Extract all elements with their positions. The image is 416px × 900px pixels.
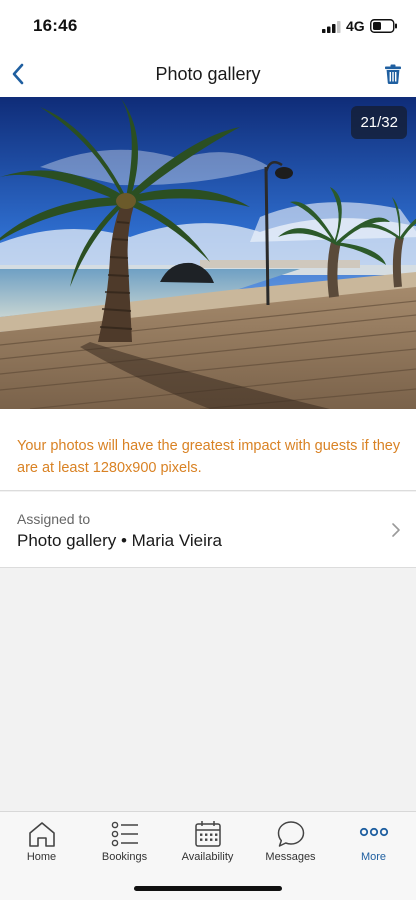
delete-photo-button[interactable]: [380, 60, 406, 88]
tab-availability-label: Availability: [181, 851, 234, 863]
home-icon: [28, 822, 55, 847]
navigation-bar: Photo gallery: [0, 52, 416, 97]
chevron-right-icon: [392, 523, 400, 537]
network-type: 4G: [346, 18, 365, 34]
list-icon: [111, 821, 138, 847]
assigned-to-row[interactable]: Assigned to Photo gallery • Maria Vieira: [0, 492, 416, 568]
more-dots-icon: [359, 827, 388, 837]
tab-home-label: Home: [26, 851, 57, 863]
tab-bookings[interactable]: Bookings: [83, 812, 166, 872]
home-indicator: [134, 886, 282, 891]
tab-messages[interactable]: Messages: [249, 812, 332, 872]
chat-bubble-icon: [277, 821, 304, 847]
status-time: 16:46: [33, 16, 78, 35]
tab-messages-label: Messages: [265, 851, 316, 863]
tab-more[interactable]: More: [332, 812, 415, 872]
assigned-to-value: Photo gallery • Maria Vieira: [17, 531, 223, 550]
battery-icon: [370, 19, 397, 33]
tab-more-label: More: [360, 851, 387, 863]
tab-availability[interactable]: Availability: [166, 812, 249, 872]
page-title: Photo gallery: [155, 64, 261, 84]
trash-icon: [385, 64, 401, 84]
gallery-photo[interactable]: 21/32: [0, 97, 416, 409]
photo-size-tip: Your photos will have the greatest impac…: [0, 409, 416, 491]
photo-counter-badge: 21/32: [351, 106, 407, 139]
tab-bookings-label: Bookings: [101, 851, 148, 863]
tip-text: Your photos will have the greatest impac…: [17, 438, 401, 476]
tab-home[interactable]: Home: [0, 812, 83, 872]
calendar-icon: [194, 821, 221, 847]
palm-beach-photo: [0, 97, 416, 409]
signal-strength-icon: [322, 21, 341, 33]
status-bar: 16:46 4G: [0, 0, 416, 52]
assigned-to-label: Assigned to: [17, 511, 91, 527]
